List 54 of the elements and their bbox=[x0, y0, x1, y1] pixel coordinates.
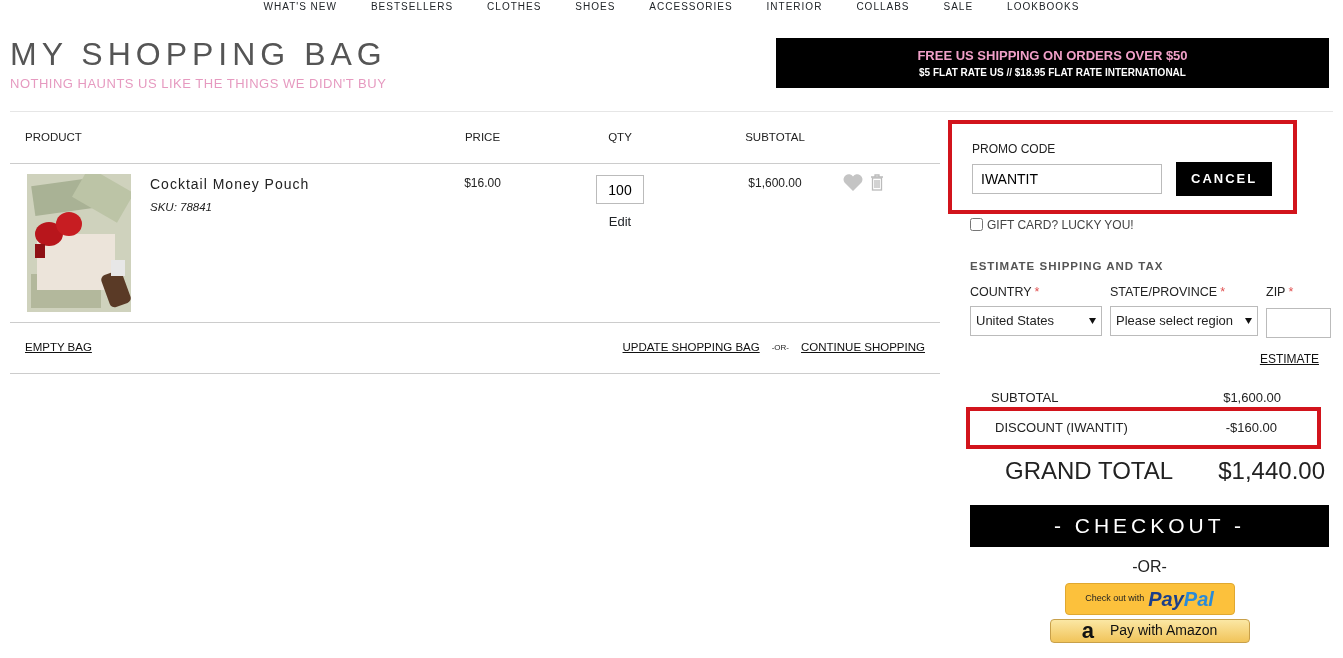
section-heading: ESTIMATE SHIPPING AND TAX bbox=[970, 258, 1165, 274]
update-bag-link[interactable]: UPDATE SHOPPING BAG bbox=[622, 339, 760, 357]
grand-total-label: GRAND TOTAL bbox=[1005, 455, 1174, 486]
separator-text: -OR- bbox=[771, 342, 790, 354]
column-header: SUBTOTAL bbox=[744, 129, 806, 145]
nav-link[interactable]: COLLABS bbox=[856, 0, 910, 14]
column-header: PRODUCT bbox=[24, 129, 83, 145]
product-name[interactable]: Cocktail Money Pouch bbox=[150, 174, 440, 195]
field-label: STATE/PROVINCE * bbox=[1110, 283, 1227, 301]
banner-subline: $5 FLAT RATE US // $18.95 FLAT RATE INTERNATIONAL bbox=[919, 66, 1186, 81]
page-title: MY SHOPPING BAG bbox=[10, 38, 387, 70]
trash-icon[interactable] bbox=[871, 174, 883, 191]
tagline: NOTHING HAUNTS US LIKE THE THINGS WE DIDN'T BUY bbox=[10, 75, 387, 93]
required-mark: * bbox=[1034, 284, 1040, 299]
nav-link[interactable]: SALE bbox=[943, 0, 974, 14]
edit-link[interactable]: Edit bbox=[608, 212, 632, 232]
nav-link[interactable]: BESTSELLERS bbox=[370, 0, 454, 14]
required-mark: * bbox=[1220, 284, 1226, 299]
field-label: PROMO CODE bbox=[972, 141, 1057, 158]
checkout-button[interactable]: - CHECKOUT - bbox=[970, 504, 1329, 547]
banner-headline: FREE US SHIPPING ON ORDERS OVER $50 bbox=[917, 46, 1188, 65]
zip-field[interactable] bbox=[1266, 307, 1331, 338]
empty-bag-link[interactable]: EMPTY BAG bbox=[25, 339, 92, 357]
amazon-pay-button[interactable]: a Pay with Amazon bbox=[1049, 618, 1250, 643]
column-header: QTY bbox=[607, 129, 633, 145]
estimate-link[interactable]: ESTIMATE bbox=[1259, 349, 1319, 368]
separator-text: -OR- bbox=[1131, 556, 1168, 577]
checkbox[interactable] bbox=[970, 218, 983, 231]
grand-total-value: $1,440.00 bbox=[1218, 455, 1325, 486]
product-subtotal: $1,600.00 bbox=[747, 175, 803, 192]
field-label: ZIP * bbox=[1266, 283, 1295, 301]
nav-link[interactable]: INTERIOR bbox=[766, 0, 823, 14]
dropdown[interactable]: United States bbox=[970, 305, 1102, 336]
quantity-field[interactable]: 100 bbox=[596, 175, 644, 204]
cancel-button[interactable]: CANCEL bbox=[1176, 162, 1273, 196]
nav-link[interactable]: SHOES bbox=[575, 0, 616, 14]
product-sku: SKU: 78841 bbox=[150, 200, 213, 215]
continue-shopping-link[interactable]: CONTINUE SHOPPING bbox=[801, 339, 925, 357]
product-price: $16.00 bbox=[463, 175, 502, 192]
dropdown[interactable]: Please select region bbox=[1110, 305, 1258, 336]
promo-code-field[interactable]: IWANTIT bbox=[972, 163, 1162, 194]
totals-row: DISCOUNT (IWANTIT) -$160.00 bbox=[966, 406, 1321, 449]
caret-icon bbox=[1245, 317, 1252, 324]
checkbox-label: GIFT CARD? LUCKY YOU! bbox=[987, 216, 1134, 234]
nav-link[interactable]: LOOKBOOKS bbox=[1007, 0, 1080, 14]
nav-link[interactable]: ACCESSORIES bbox=[649, 0, 733, 14]
totals-row-text: SUBTOTAL $1,600.00 bbox=[990, 389, 1282, 406]
heart-icon[interactable] bbox=[843, 174, 863, 191]
nav-link[interactable]: CLOTHES bbox=[487, 0, 542, 14]
column-header: PRICE bbox=[463, 129, 502, 145]
field-label: COUNTRY * bbox=[970, 283, 1041, 301]
caret-icon bbox=[1089, 317, 1096, 324]
required-mark: * bbox=[1288, 284, 1294, 299]
nav-link[interactable]: WHAT'S NEW bbox=[263, 0, 337, 14]
